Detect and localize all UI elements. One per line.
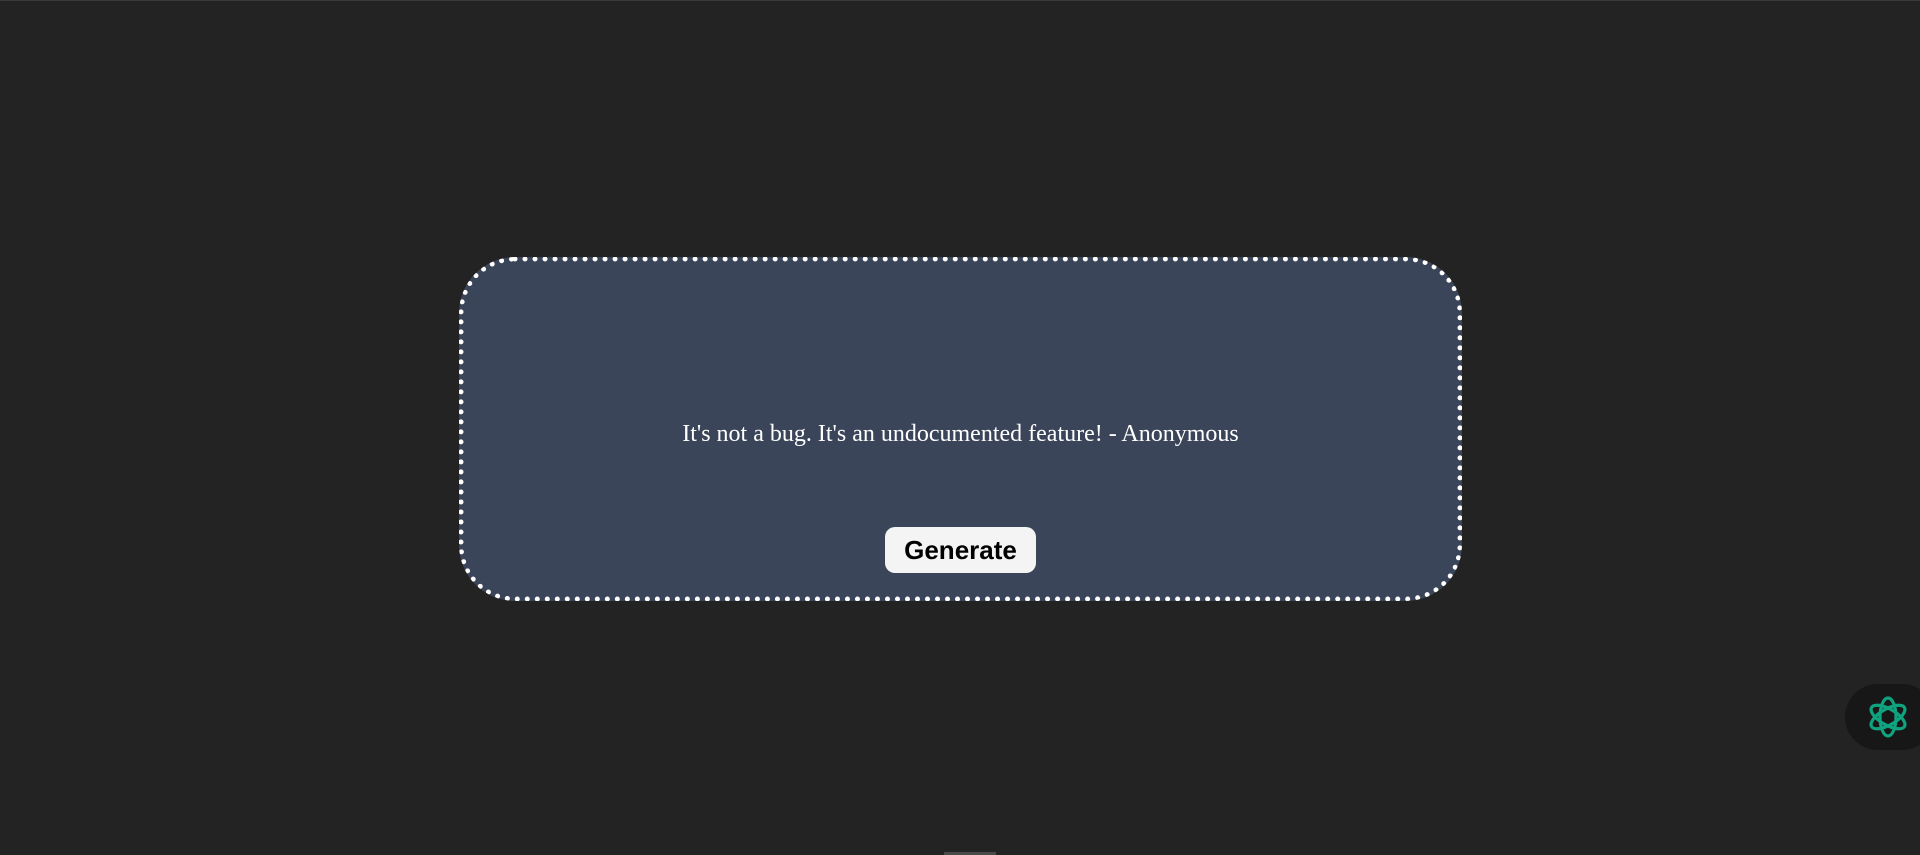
generate-button[interactable]: Generate xyxy=(885,527,1036,573)
page: It's not a bug. It's an undocumented fea… xyxy=(0,0,1920,855)
quote-card: It's not a bug. It's an undocumented fea… xyxy=(459,257,1462,601)
openai-knot-icon xyxy=(1869,696,1907,738)
assistant-widget-button[interactable] xyxy=(1845,684,1920,750)
quote-text: It's not a bug. It's an undocumented fea… xyxy=(682,421,1239,447)
